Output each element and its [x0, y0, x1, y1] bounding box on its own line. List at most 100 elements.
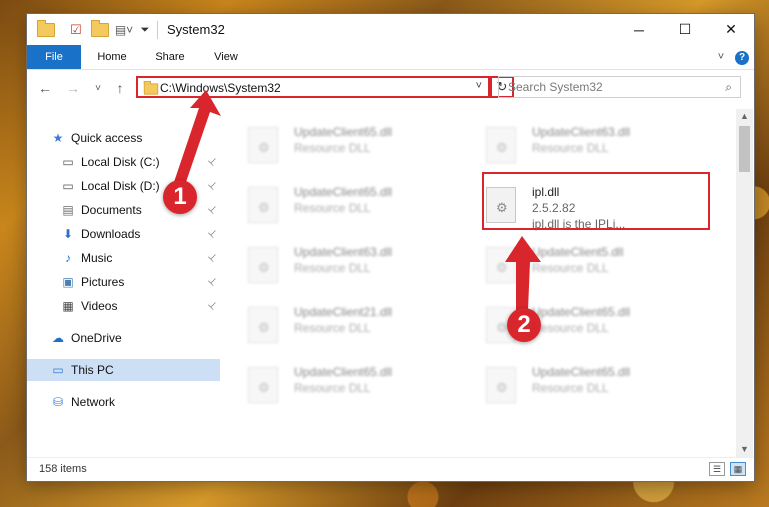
sidebar-item-downloads[interactable]: ⬇ Downloads: [60, 223, 220, 245]
file-tile[interactable]: ⚙ UpdateClient21.dll Resource DLL: [248, 303, 468, 347]
search-placeholder: Search System32: [508, 80, 603, 94]
step-2-badge: 2: [507, 308, 541, 342]
computer-icon: ▭: [52, 363, 64, 377]
file-description: Resource DLL: [294, 381, 371, 395]
qat-dropdown-icon[interactable]: ⏷: [139, 21, 151, 39]
navigation-bar: ← → ˅ ↑ C:\Windows\System32 ˅ ↻ Search S…: [27, 71, 754, 105]
dll-file-icon: ⚙: [486, 127, 516, 163]
sidebar-item-label: Videos: [81, 299, 118, 313]
sidebar-item-pictures[interactable]: ▣ Pictures: [60, 271, 220, 293]
sidebar-item-label: Music: [81, 251, 113, 265]
minimize-button[interactable]: ─: [616, 14, 662, 45]
pictures-icon: ▣: [62, 275, 74, 289]
tab-share[interactable]: Share: [147, 45, 193, 69]
gear-icon: ⚙: [258, 260, 270, 275]
sidebar-item-videos[interactable]: ▦ Videos: [60, 295, 220, 317]
file-description: Resource DLL: [532, 141, 609, 155]
tiles-view-icon[interactable]: ▦: [730, 462, 746, 476]
sidebar-item-this-pc[interactable]: ▭ This PC: [27, 359, 220, 381]
navigation-pane: ★ Quick access ▭ Local Disk (C:) ⊥ ▭ Local Dis…: [27, 109, 220, 457]
file-description: Resource DLL: [294, 261, 371, 275]
file-description: Resource DLL: [294, 141, 371, 155]
gear-icon: ⚙: [258, 380, 270, 395]
downloads-icon: ⬇: [62, 227, 74, 241]
file-tile[interactable]: ⚙ UpdateClient65.dll Resource DLL: [248, 123, 468, 167]
vertical-scrollbar[interactable]: ▲ ▼: [736, 109, 753, 457]
gear-icon: ⚙: [496, 140, 508, 155]
file-tile[interactable]: ⚙ UpdateClient65.dll Resource DLL: [248, 183, 468, 227]
ribbon-expand-icon[interactable]: ˅: [713, 45, 729, 69]
address-dropdown-icon[interactable]: ˅: [476, 80, 482, 92]
sidebar-item-music[interactable]: ♪ Music: [60, 247, 220, 269]
dll-file-icon: ⚙: [248, 127, 278, 163]
back-button[interactable]: ←: [36, 79, 54, 97]
properties-icon[interactable]: ☑: [67, 21, 85, 39]
dll-file-icon: ⚙: [248, 247, 278, 283]
file-name: UpdateClient65.dll: [294, 125, 393, 139]
file-description: Resource DLL: [294, 321, 371, 335]
sidebar-item-label: Network: [71, 395, 116, 409]
close-button[interactable]: ✕: [708, 14, 754, 45]
new-folder-icon[interactable]: [91, 20, 109, 39]
search-icon: ⌕: [725, 80, 732, 94]
window-title: System32: [167, 22, 225, 37]
file-name: UpdateClient65.dll: [294, 185, 393, 199]
dll-file-icon: ⚙: [486, 247, 516, 283]
sidebar-item-quick-access[interactable]: ★ Quick access: [50, 127, 220, 149]
file-description: Resource DLL: [532, 381, 609, 395]
file-name: UpdateClient21.dll: [294, 305, 393, 319]
file-name: UpdateClient5.dll: [532, 245, 624, 259]
sidebar-item-local-disk-c[interactable]: ▭ Local Disk (C:): [60, 151, 220, 173]
sidebar-item-label: Downloads: [81, 227, 141, 241]
sidebar-item-label: Local Disk (C:): [81, 155, 160, 169]
scroll-up-icon[interactable]: ▲: [736, 109, 753, 124]
sidebar-item-network[interactable]: ⛁ Network: [50, 391, 220, 413]
file-name: UpdateClient65.dll: [532, 305, 631, 319]
gear-icon: ⚙: [258, 320, 270, 335]
search-input[interactable]: Search System32 ⌕: [498, 76, 741, 98]
file-tile[interactable]: ⚙ UpdateClient65.dll Resource DLL: [248, 363, 468, 407]
gear-icon: ⚙: [496, 380, 508, 395]
tab-home[interactable]: Home: [89, 45, 135, 69]
file-tile[interactable]: ⚙ UpdateClient65.dll Resource DLL: [486, 363, 706, 407]
address-folder-icon: [143, 81, 159, 95]
gear-icon: ⚙: [496, 320, 508, 335]
gear-icon: ⚙: [258, 140, 270, 155]
recent-locations-button[interactable]: ˅: [89, 79, 107, 97]
maximize-button[interactable]: ☐: [662, 14, 708, 45]
scroll-thumb[interactable]: [739, 126, 750, 172]
sidebar-item-onedrive[interactable]: ☁ OneDrive: [50, 327, 220, 349]
sidebar-item-label: Quick access: [71, 131, 143, 145]
tab-view[interactable]: View: [205, 45, 247, 69]
address-path: C:\Windows\System32: [160, 81, 281, 95]
help-icon[interactable]: ?: [734, 45, 750, 69]
scroll-down-icon[interactable]: ▼: [736, 442, 753, 457]
status-bar: 158 items ☰ ▦: [27, 457, 754, 482]
details-view-icon[interactable]: ☰: [709, 462, 725, 476]
star-icon: ★: [52, 131, 64, 145]
drive-icon: ▭: [62, 155, 74, 169]
file-description: Resource DLL: [532, 321, 609, 335]
file-list: ⚙ UpdateClient65.dll Resource DLL ⚙ UpdateCl…: [220, 109, 734, 457]
documents-icon: ▤: [62, 203, 74, 217]
sidebar-item-label: OneDrive: [71, 331, 122, 345]
file-name: UpdateClient63.dll: [294, 245, 393, 259]
customize-qat-icon[interactable]: ▤˅: [113, 21, 135, 39]
file-name: UpdateClient65.dll: [294, 365, 393, 379]
tab-file[interactable]: File: [27, 45, 81, 69]
music-icon: ♪: [65, 251, 71, 265]
file-tile[interactable]: ⚙ UpdateClient63.dll Resource DLL: [486, 123, 706, 167]
forward-button[interactable]: →: [64, 79, 82, 97]
gear-icon: ⚙: [496, 260, 508, 275]
file-tile[interactable]: ⚙ UpdateClient63.dll Resource DLL: [248, 243, 468, 287]
up-button[interactable]: ↑: [111, 79, 129, 97]
cloud-icon: ☁: [52, 331, 64, 345]
file-tile[interactable]: ⚙ UpdateClient5.dll Resource DLL: [486, 243, 706, 287]
videos-icon: ▦: [62, 299, 74, 313]
folder-icon[interactable]: [37, 20, 55, 39]
sidebar-item-label: Pictures: [81, 275, 125, 289]
address-bar[interactable]: C:\Windows\System32 ˅: [136, 76, 490, 98]
gear-icon: ⚙: [258, 200, 270, 215]
file-name: UpdateClient65.dll: [532, 365, 631, 379]
title-bar: ☑ ▤˅ ⏷ System32 ─ ☐ ✕: [27, 14, 754, 45]
